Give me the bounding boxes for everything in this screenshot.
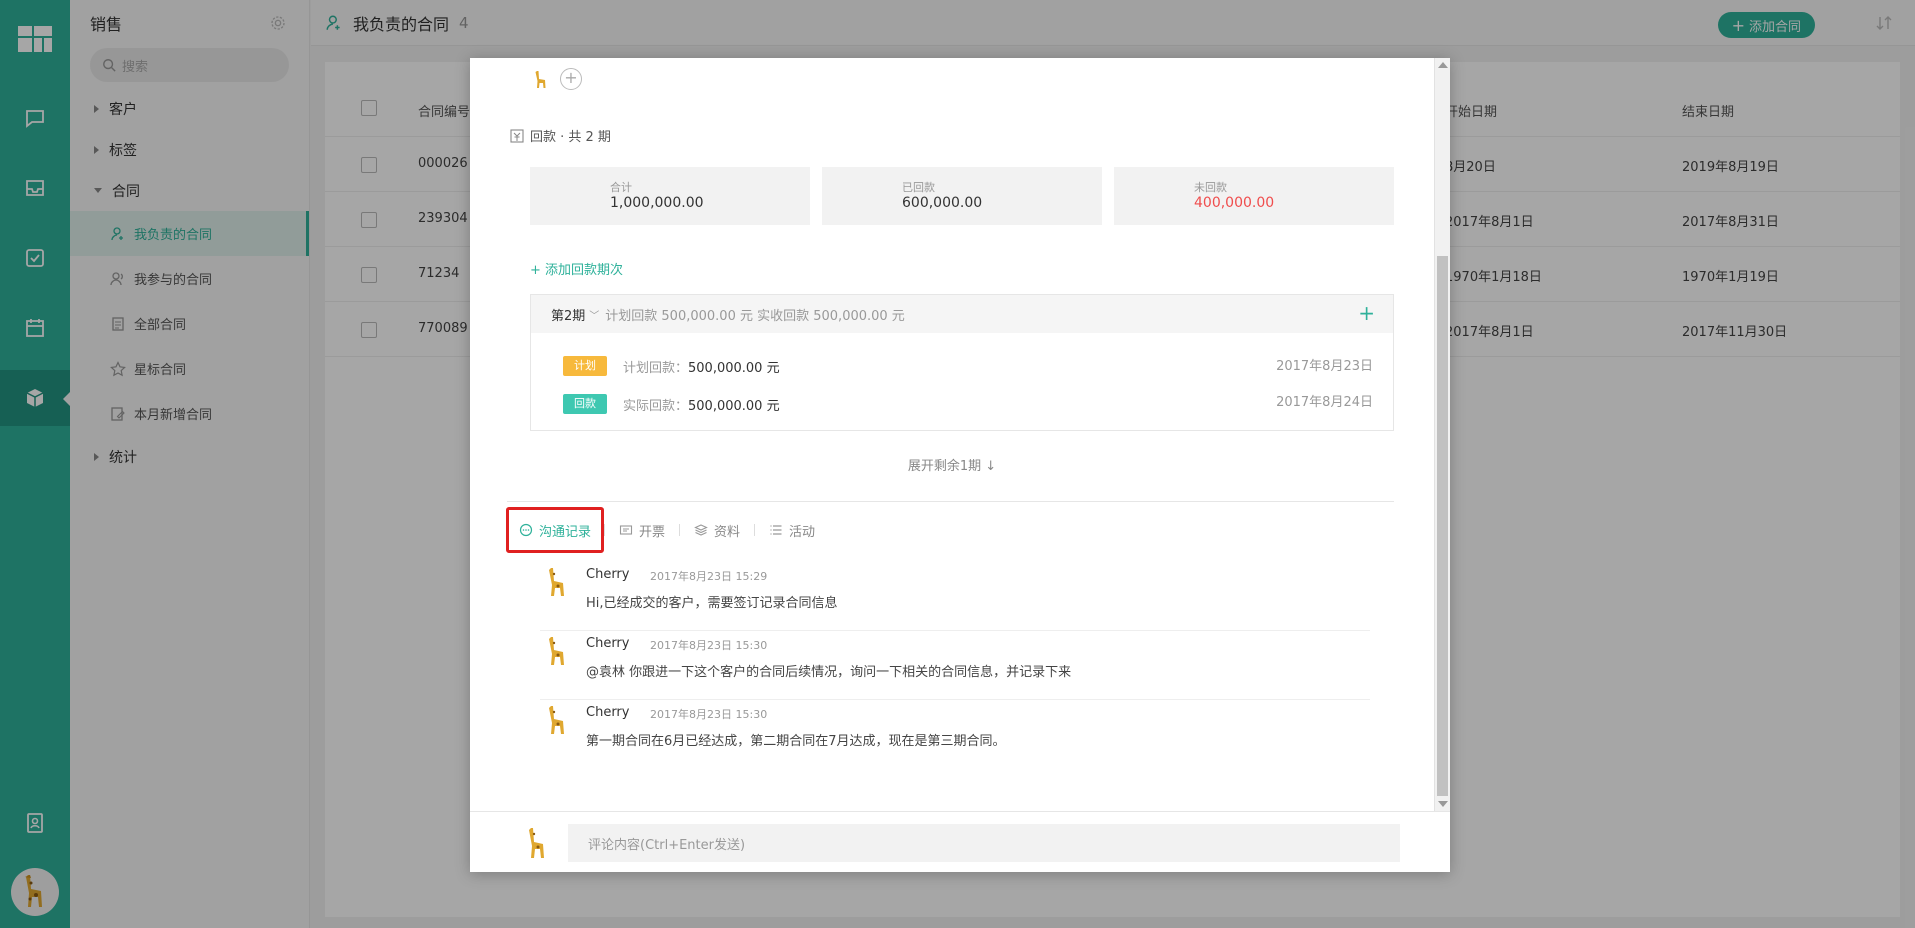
- stat-total: 合计 1,000,000.00: [530, 167, 810, 225]
- list-icon: [770, 525, 782, 535]
- stat-label: 未回款: [1194, 181, 1227, 194]
- scroll-up-icon[interactable]: [1438, 62, 1448, 68]
- comment-time: 2017年8月23日 15:29: [650, 570, 768, 583]
- invoice-icon: [619, 525, 633, 535]
- stat-label: 已回款: [902, 181, 935, 194]
- row-label: 计划回款：: [623, 360, 689, 376]
- chevron-down-icon: ﹀: [589, 310, 600, 322]
- divider: [540, 699, 1370, 700]
- add-period-link[interactable]: + 添加回款期次: [530, 259, 623, 278]
- row-label: 实际回款：: [623, 398, 689, 414]
- modal-content: + 回款 · 共 2 期 合计 1,000,000.00 已回款 600,000…: [470, 58, 1434, 811]
- payment-section-header: 回款 · 共 2 期: [510, 126, 611, 145]
- expand-periods-link[interactable]: 展开剩余1期 ↓: [470, 455, 1434, 474]
- comment-composer: 评论内容(Ctrl+Enter发送): [470, 811, 1450, 872]
- giraffe-avatar-icon: [549, 637, 564, 665]
- payment-title: 回款 · 共 2 期: [530, 130, 611, 145]
- add-member-button[interactable]: +: [560, 68, 582, 90]
- add-record-icon[interactable]: +: [1358, 301, 1375, 325]
- giraffe-avatar-icon: [549, 568, 564, 596]
- paid-tag: 回款: [563, 394, 607, 414]
- comment-item: Cherry 2017年8月23日 15:30 @袁林 你跟进一下这个客户的合同…: [540, 633, 1370, 703]
- tab-label: 资料: [714, 524, 741, 540]
- tabs-divider: [507, 501, 1394, 502]
- paid-row: 回款 实际回款： 500,000.00 元: [563, 393, 780, 415]
- period-header[interactable]: 第2期 ﹀ 计划回款 500,000.00 元 实收回款 500,000.00 …: [531, 295, 1393, 333]
- detail-tabs: 沟通记录 开票 资料 活动: [506, 506, 829, 554]
- comment-item: Cherry 2017年8月23日 15:30 第一期合同在6月已经达成，第二期…: [540, 702, 1370, 772]
- tab-invoice[interactable]: 开票: [605, 510, 679, 550]
- comment-item: Cherry 2017年8月23日 15:29 Hi,已经成交的客户，需要签订记…: [540, 564, 1370, 634]
- stat-unpaid: 未回款 400,000.00: [1114, 167, 1394, 225]
- tab-materials[interactable]: 资料: [680, 510, 754, 550]
- giraffe-avatar-icon: [549, 706, 564, 734]
- scroll-down-icon[interactable]: [1438, 801, 1448, 807]
- stat-label: 合计: [610, 181, 632, 194]
- tab-activity[interactable]: 活动: [755, 510, 829, 550]
- giraffe-avatar-icon: [529, 828, 544, 858]
- tab-label: 活动: [789, 524, 816, 540]
- plan-tag: 计划: [563, 356, 607, 376]
- comment-time: 2017年8月23日 15:30: [650, 639, 768, 652]
- row-date: 2017年8月24日: [1276, 395, 1373, 410]
- row-date: 2017年8月23日: [1276, 359, 1373, 374]
- period-summary: 计划回款 500,000.00 元 实收回款 500,000.00 元: [605, 308, 905, 324]
- stat-value: 400,000.00: [1194, 195, 1275, 211]
- comment-text: @袁林 你跟进一下这个客户的合同后续情况，询问一下相关的合同信息，并记录下来: [586, 665, 1072, 680]
- scroll-thumb[interactable]: [1437, 256, 1448, 796]
- period-name: 第2期: [551, 308, 586, 324]
- comment-author[interactable]: Cherry: [586, 705, 629, 720]
- tab-label: 开票: [639, 524, 666, 540]
- stat-paid: 已回款 600,000.00: [822, 167, 1102, 225]
- comment-text: Hi,已经成交的客户，需要签订记录合同信息: [586, 596, 838, 611]
- giraffe-avatar-icon: [535, 71, 546, 88]
- layers-icon: [694, 524, 708, 536]
- tab-label: 沟通记录: [539, 524, 592, 540]
- stat-value: 1,000,000.00: [610, 195, 704, 211]
- modal-scrollbar[interactable]: [1434, 58, 1450, 811]
- tab-communication[interactable]: 沟通记录: [506, 507, 605, 553]
- plan-row: 计划 计划回款： 500,000.00 元: [563, 355, 780, 377]
- row-value: 500,000.00 元: [688, 360, 780, 376]
- chat-bubble-icon: [519, 523, 533, 537]
- stat-value: 600,000.00: [902, 195, 983, 211]
- comment-author[interactable]: Cherry: [586, 636, 629, 651]
- comment-author[interactable]: Cherry: [586, 567, 629, 582]
- row-value: 500,000.00 元: [688, 398, 780, 414]
- comment-placeholder: 评论内容(Ctrl+Enter发送): [588, 837, 746, 853]
- payment-icon: [510, 128, 524, 143]
- period-card: 第2期 ﹀ 计划回款 500,000.00 元 实收回款 500,000.00 …: [530, 294, 1394, 431]
- contract-detail-modal: + 回款 · 共 2 期 合计 1,000,000.00 已回款 600,000…: [470, 58, 1450, 872]
- comment-time: 2017年8月23日 15:30: [650, 708, 768, 721]
- comment-input[interactable]: 评论内容(Ctrl+Enter发送): [568, 824, 1400, 862]
- divider: [540, 630, 1370, 631]
- comment-text: 第一期合同在6月已经达成，第二期合同在7月达成，现在是第三期合同。: [586, 734, 1006, 749]
